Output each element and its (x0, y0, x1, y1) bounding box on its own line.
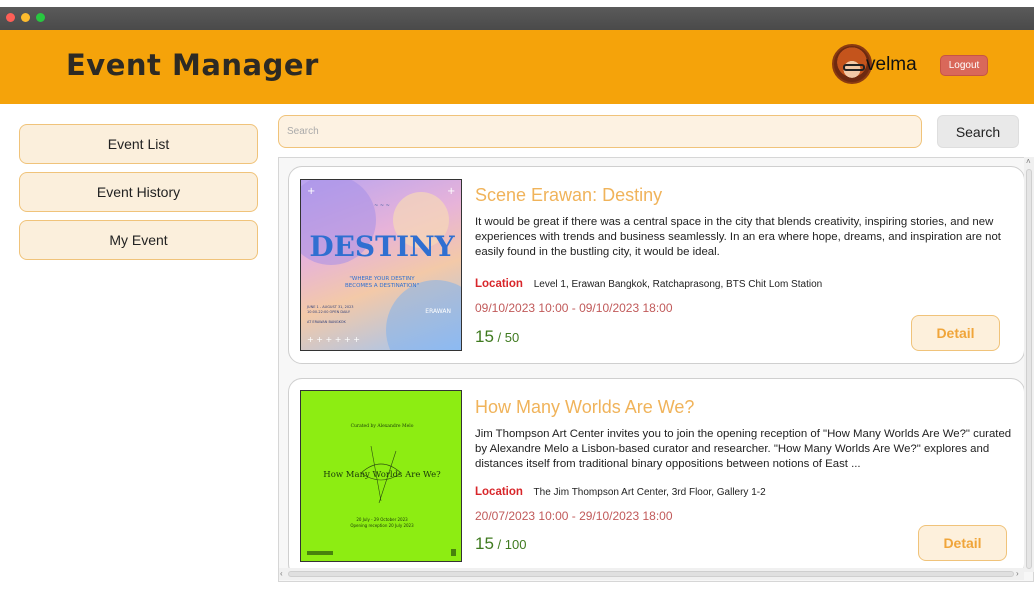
close-window-icon[interactable] (6, 13, 15, 22)
svg-text:"WHERE YOUR DESTINY: "WHERE YOUR DESTINY (349, 276, 415, 282)
location-value: Level 1, Erawan Bangkok, Ratchaprasong, … (533, 279, 823, 290)
event-title[interactable]: Scene Erawan: Destiny (475, 185, 662, 206)
svg-text:+: + (447, 186, 455, 197)
event-datetime: 20/07/2023 10:00 - 29/10/2023 18:00 (475, 509, 673, 523)
app-title: Event Manager (66, 48, 319, 82)
search-button[interactable]: Search (937, 115, 1019, 148)
event-datetime: 09/10/2023 10:00 - 09/10/2023 18:00 (475, 301, 673, 315)
event-poster-image: + + ~ ~ ~ DESTINY "WHERE YOUR DESTINY BE… (300, 179, 462, 351)
attendee-max: 50 (504, 330, 520, 345)
minimize-window-icon[interactable] (21, 13, 30, 22)
svg-text:~ ~ ~: ~ ~ ~ (374, 203, 390, 209)
destiny-poster-art: + + ~ ~ ~ DESTINY "WHERE YOUR DESTINY BE… (301, 180, 461, 350)
sidebar-item-event-list[interactable]: Event List (19, 124, 258, 164)
attendee-separator: / (493, 330, 505, 345)
svg-text:+: + (307, 186, 315, 197)
sidebar: Event List Event History My Event (19, 124, 258, 268)
svg-text:BECOMES A DESTINATION": BECOMES A DESTINATION" (345, 283, 419, 289)
horizontal-scrollbar[interactable]: ‹ › (279, 568, 1024, 580)
event-card: + + ~ ~ ~ DESTINY "WHERE YOUR DESTINY BE… (288, 166, 1025, 364)
maximize-window-icon[interactable] (36, 13, 45, 22)
event-card: Curated by Alexandre Melo How Many World… (288, 378, 1025, 578)
svg-text:ERAWAN: ERAWAN (425, 308, 451, 315)
username-label: velma (866, 54, 917, 75)
vertical-scroll-thumb[interactable] (1026, 169, 1032, 569)
attendee-separator: / (493, 537, 505, 552)
svg-text:10:00-22:00 OPEN DAILY: 10:00-22:00 OPEN DAILY (307, 310, 351, 314)
attendee-current: 15 (475, 327, 494, 346)
location-label: Location (475, 278, 523, 290)
event-location-row: Location Level 1, Erawan Bangkok, Ratcha… (475, 278, 822, 290)
attendee-count: 15 / 50 (475, 327, 519, 347)
event-description: It would be great if there was a central… (475, 216, 1001, 258)
scroll-up-icon[interactable]: ˄ (1026, 157, 1031, 166)
svg-text:JUNE 1 - AUGUST 31, 2023: JUNE 1 - AUGUST 31, 2023 (306, 305, 354, 309)
attendee-count: 15 / 100 (475, 534, 526, 554)
vertical-scrollbar[interactable]: ˄ (1024, 157, 1034, 572)
sidebar-item-event-history[interactable]: Event History (19, 172, 258, 212)
svg-text:DESTINY: DESTINY (309, 230, 455, 263)
svg-text:Curated by Alexandre Melo: Curated by Alexandre Melo (351, 423, 414, 429)
window-controls (6, 13, 45, 22)
sidebar-item-my-event[interactable]: My Event (19, 220, 258, 260)
event-description: Jim Thompson Art Center invites you to j… (475, 428, 1012, 470)
search-input[interactable] (278, 115, 922, 148)
event-poster-image: Curated by Alexandre Melo How Many World… (300, 390, 462, 562)
app-header: Event Manager velma Logout (0, 30, 1034, 104)
location-value: The Jim Thompson Art Center, 3rd Floor, … (533, 487, 766, 498)
attendee-max: 100 (504, 537, 527, 552)
event-list: + + ~ ~ ~ DESTINY "WHERE YOUR DESTINY BE… (278, 157, 1034, 582)
detail-button[interactable]: Detail (911, 315, 1000, 351)
location-label: Location (475, 486, 523, 498)
event-title[interactable]: How Many Worlds Are We? (475, 397, 694, 418)
horizontal-scroll-thumb[interactable] (288, 571, 1014, 577)
glasses-icon (843, 64, 865, 71)
svg-text:AT ERAWAN BANGKOK: AT ERAWAN BANGKOK (307, 320, 346, 324)
svg-text:20 July - 29 October 2023: 20 July - 29 October 2023 (356, 517, 408, 522)
worlds-poster-art: Curated by Alexandre Melo How Many World… (307, 423, 456, 556)
attendee-current: 15 (475, 534, 494, 553)
scroll-left-icon[interactable]: ‹ (280, 569, 283, 578)
window-titlebar (0, 0, 1034, 30)
event-location-row: Location The Jim Thompson Art Center, 3r… (475, 486, 766, 498)
svg-text:+ + + + + +: + + + + + + (307, 335, 360, 344)
logout-button[interactable]: Logout (940, 55, 988, 76)
svg-text:How Many Worlds Are We?: How Many Worlds Are We? (323, 470, 441, 480)
detail-button[interactable]: Detail (918, 525, 1007, 561)
scroll-right-icon[interactable]: › (1016, 569, 1019, 578)
svg-text:Opening reception 20 July 2023: Opening reception 20 July 2023 (350, 523, 414, 528)
